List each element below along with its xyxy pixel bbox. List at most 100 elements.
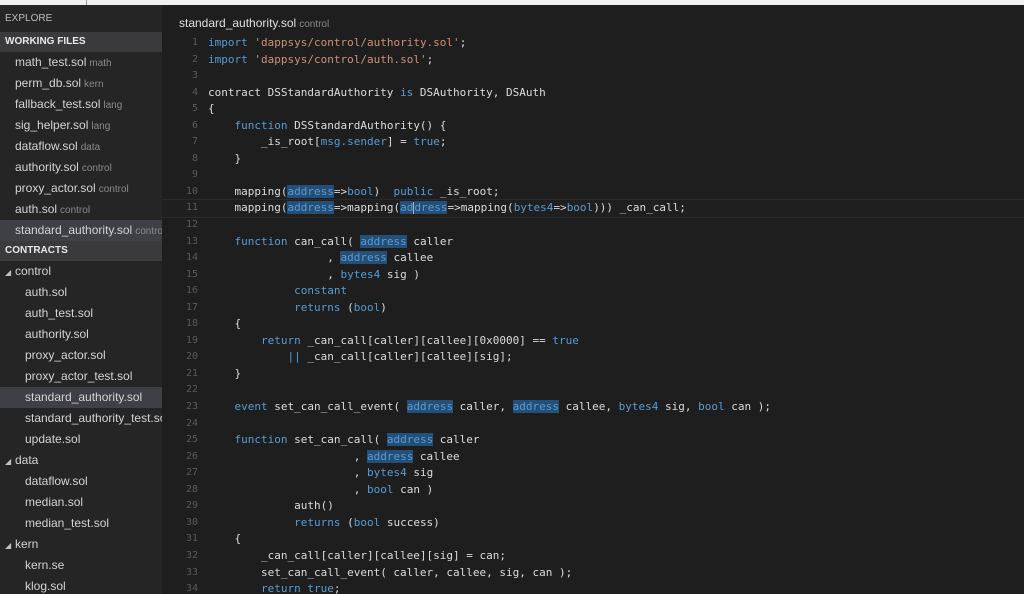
code-token: _can_call[caller][callee][0x0000] ==	[300, 333, 553, 347]
keyword-bytes4: bytes4	[513, 201, 554, 215]
code-token: sig,	[658, 400, 699, 414]
keyword-bool: bool	[347, 184, 374, 198]
keyword-bytes4: bytes4	[366, 466, 407, 480]
code-token: )	[373, 184, 394, 198]
code-editor[interactable]: standard_authority.sol control 1 import 'd…	[162, 5, 1024, 594]
file-proxy-actor[interactable]: proxy_actor.sol	[0, 345, 162, 366]
file-proxy-actor-test[interactable]: proxy_actor_test.sol	[0, 366, 162, 387]
code-token: DSAuthority, DSAuth	[413, 85, 546, 99]
editor-file-folder: control	[299, 19, 330, 30]
working-file-folder: control	[60, 205, 91, 216]
line-number: 16	[185, 285, 198, 297]
code-text: mapping(address=>bool) public _is_root;	[208, 184, 499, 201]
keyword-address: address	[287, 201, 334, 215]
working-file-name: dataflow.sol	[15, 139, 78, 153]
line-number: 22	[185, 384, 198, 396]
code-line: 14 , address callee	[162, 250, 1024, 267]
file-auth[interactable]: auth.sol	[0, 282, 162, 303]
working-file-name: proxy_actor.sol	[15, 181, 96, 195]
code-line: 20 || _can_call[caller][callee][sig];	[162, 349, 1024, 366]
keyword-return: return	[260, 582, 301, 594]
keyword-address: address	[366, 449, 414, 463]
keyword-true: true	[413, 135, 440, 149]
folder-control[interactable]: ◢ control	[0, 261, 162, 282]
file-update[interactable]: update.sol	[0, 429, 162, 450]
code-text: auth()	[208, 498, 334, 515]
code-token: ))) _can_call;	[593, 201, 686, 215]
file-dataflow[interactable]: dataflow.sol	[0, 471, 162, 492]
expanded-arrow-icon: ◢	[5, 268, 12, 277]
keyword-address: address	[287, 184, 334, 198]
keyword-bool: bool	[566, 201, 594, 215]
code-text: || _can_call[caller][callee][sig];	[208, 349, 512, 366]
editor-file-title[interactable]: standard_authority.sol control	[179, 16, 329, 30]
code-token: set_can_call(	[287, 433, 387, 447]
line-number: 3	[191, 70, 198, 82]
line-number: 4	[191, 86, 198, 98]
working-file-proxy-actor[interactable]: proxy_actor.sol control	[0, 178, 162, 199]
code-token: can );	[724, 400, 771, 414]
line-number: 31	[185, 533, 198, 545]
working-file-name: authority.sol	[15, 160, 79, 174]
file-median[interactable]: median.sol	[0, 492, 162, 513]
code-line: 16 constant	[162, 283, 1024, 300]
working-file-authority[interactable]: authority.sol control	[0, 157, 162, 178]
file-standard-authority[interactable]: standard_authority.sol	[0, 387, 162, 408]
code-token: =>mapping(	[333, 201, 401, 215]
working-file-sig-helper[interactable]: sig_helper.sol lang	[0, 115, 162, 136]
code-token: mapping(	[234, 184, 288, 198]
working-file-name: sig_helper.sol	[15, 118, 89, 132]
working-files-header[interactable]: WORKING FILES	[0, 32, 162, 52]
code-text: contract DSStandardAuthority is DSAuthor…	[208, 85, 546, 102]
file-klog[interactable]: klog.sol	[0, 576, 162, 594]
file-standard-authority-test[interactable]: standard_authority_test.sol	[0, 408, 162, 429]
code-token: caller	[433, 433, 480, 447]
keyword-address: address	[360, 234, 407, 248]
working-file-name: perm_db.sol	[15, 76, 82, 90]
file-kern[interactable]: kern.se	[0, 555, 162, 576]
line-number: 6	[191, 119, 198, 131]
code-token: DSStandardAuthority() {	[287, 118, 447, 132]
keyword-return: return	[260, 333, 301, 347]
file-authority[interactable]: authority.sol	[0, 324, 162, 345]
file-median-test[interactable]: median_test.sol	[0, 513, 162, 534]
code-line: 28 , bool can )	[162, 482, 1024, 499]
line-number: 15	[185, 268, 198, 280]
code-text: set_can_call_event( caller, callee, sig,…	[208, 565, 572, 582]
code-token: caller,	[453, 400, 513, 414]
code-token: {	[234, 317, 242, 331]
keyword-is: is	[400, 85, 414, 99]
line-number: 23	[185, 401, 198, 413]
working-file-fallback-test[interactable]: fallback_test.sol lang	[0, 94, 162, 115]
keyword-address: dress	[414, 201, 448, 215]
keyword-returns: returns	[294, 515, 341, 529]
contracts-header[interactable]: CONTRACTS	[0, 241, 162, 261]
folder-data[interactable]: ◢ data	[0, 450, 162, 471]
file-auth-test[interactable]: auth_test.sol	[0, 303, 162, 324]
code-text: return true;	[208, 581, 341, 594]
working-file-standard-authority[interactable]: standard_authority.solcontrol	[0, 220, 162, 241]
line-number: 33	[185, 566, 198, 578]
folder-kern[interactable]: ◢ kern	[0, 534, 162, 555]
working-file-folder: kern	[84, 79, 104, 90]
working-file-perm-db[interactable]: perm_db.sol kern	[0, 73, 162, 94]
code-text: returns (bool success)	[208, 515, 440, 532]
code-line: 21 }	[162, 366, 1024, 383]
keyword-address: ad	[400, 201, 414, 215]
code-token: mapping(	[234, 201, 288, 215]
line-number: 8	[191, 152, 198, 164]
code-area[interactable]: 1 import 'dappsys/control/authority.sol';…	[162, 35, 1024, 594]
code-text: returns (bool)	[208, 300, 387, 317]
working-file-dataflow[interactable]: dataflow.sol data	[0, 136, 162, 157]
keyword-bool: bool	[366, 482, 394, 496]
working-file-auth[interactable]: auth.sol control	[0, 199, 162, 220]
line-number: 26	[185, 450, 198, 462]
line-number: 32	[185, 549, 198, 561]
code-token: ] =	[386, 135, 414, 149]
code-line: 24	[162, 416, 1024, 433]
code-token: ,	[353, 466, 367, 480]
working-file-math-test[interactable]: math_test.sol math	[0, 52, 162, 73]
code-line: 29 auth()	[162, 498, 1024, 515]
explorer-sidebar: EXPLORE WORKING FILES math_test.sol math …	[0, 5, 162, 594]
keyword-address: address	[512, 400, 560, 414]
